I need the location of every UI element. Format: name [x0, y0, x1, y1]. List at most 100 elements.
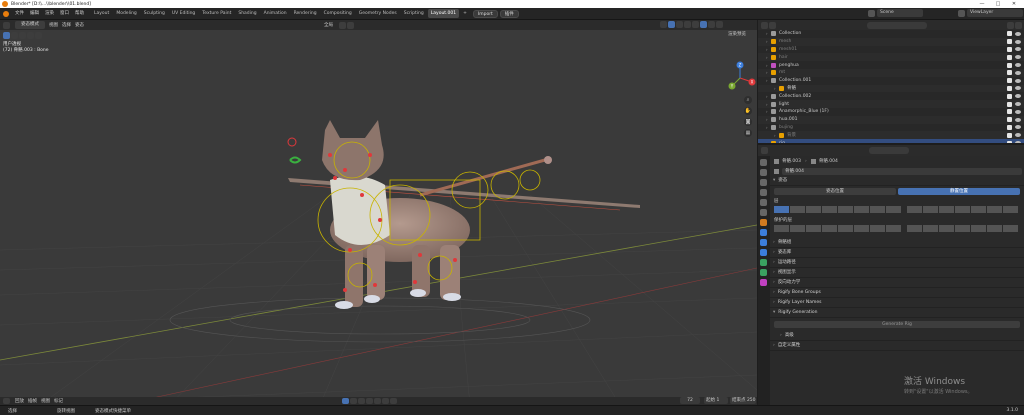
visibility-eye-icon[interactable] — [1015, 117, 1021, 122]
zoom-icon[interactable]: ⌕ — [744, 96, 752, 104]
outliner-row[interactable]: › mesh — [758, 37, 1024, 46]
tab-animation[interactable]: Animation — [261, 9, 290, 18]
menu-file[interactable]: 文件 — [12, 8, 27, 20]
visibility-eye-icon[interactable] — [1015, 141, 1021, 143]
outliner-item-name[interactable]: light — [779, 102, 789, 107]
editor-type-icon[interactable] — [3, 21, 10, 29]
section-advanced[interactable]: › 高级 — [770, 331, 1024, 341]
gizmo-toggle-icon[interactable] — [668, 21, 675, 28]
outliner-row[interactable]: › Anamorphic_Blue (1F) — [758, 108, 1024, 116]
object-tab-icon[interactable] — [760, 219, 767, 226]
protected-layer-cell[interactable] — [806, 225, 821, 232]
camera-view-icon[interactable]: ◙ — [744, 118, 752, 126]
layer-cell[interactable] — [923, 206, 938, 213]
generate-rig-button[interactable]: Generate Rig — [774, 321, 1020, 328]
exclude-checkbox[interactable] — [1007, 70, 1012, 76]
section-pose-library[interactable]: › 姿态库 — [770, 248, 1024, 258]
outliner-item-name[interactable]: mesh — [779, 39, 791, 44]
menu-edit[interactable]: 编辑 — [27, 8, 42, 20]
world-tab-icon[interactable] — [760, 209, 767, 216]
select-box-icon[interactable] — [11, 31, 18, 39]
visibility-eye-icon[interactable] — [1015, 39, 1021, 44]
blender-menu-icon[interactable] — [3, 10, 9, 17]
particles-tab-icon[interactable] — [760, 239, 767, 246]
play-icon[interactable] — [374, 398, 381, 404]
outliner-row[interactable]: › Collection.002 — [758, 92, 1024, 100]
layer-cell[interactable] — [907, 206, 922, 213]
section-custom-properties[interactable]: › 自定义属性 — [770, 341, 1024, 351]
tab-layout-001[interactable]: Layout.001 — [427, 9, 460, 18]
protected-layer-cell[interactable] — [923, 225, 938, 232]
xray-icon[interactable] — [684, 21, 691, 28]
minimize-button[interactable]: — — [976, 0, 988, 8]
visibility-eye-icon[interactable] — [1015, 70, 1021, 75]
menu-help[interactable]: 帮助 — [72, 8, 87, 20]
outliner-editor-icon[interactable] — [761, 21, 768, 29]
section-inverse-kinematics[interactable]: › 反向动力学 — [770, 278, 1024, 288]
outliner-item-name[interactable]: 背景 — [787, 132, 796, 138]
outliner-item-name[interactable]: hair — [779, 55, 788, 60]
exclude-checkbox[interactable] — [1007, 31, 1012, 37]
perspective-toggle-icon[interactable]: ▦ — [744, 129, 752, 137]
menu-view[interactable]: 视图 — [49, 22, 58, 28]
select-circle-icon[interactable] — [19, 31, 26, 39]
section-viewport-display[interactable]: › 视图显示 — [770, 268, 1024, 278]
jump-start-icon[interactable] — [350, 398, 357, 404]
visibility-eye-icon[interactable] — [1015, 86, 1021, 91]
menu-select[interactable]: 选择 — [62, 22, 71, 28]
outliner-row[interactable]: ›rig — [758, 139, 1024, 143]
tab-sculpting[interactable]: Sculpting — [141, 9, 168, 18]
layer-cell[interactable] — [774, 206, 789, 213]
bone-constraint-tab-icon[interactable] — [760, 279, 767, 286]
current-frame-field[interactable]: 72 — [680, 397, 700, 404]
properties-search-input[interactable] — [869, 147, 909, 154]
add-workspace-button[interactable]: + — [460, 9, 470, 18]
pose-position-button[interactable]: 姿态位置 — [774, 187, 896, 195]
menu-pose[interactable]: 姿态 — [75, 22, 84, 28]
outliner-row[interactable]: › light — [758, 100, 1024, 108]
outliner-row[interactable]: › mesh01 — [758, 46, 1024, 54]
section-bone-groups[interactable]: › 骨骼组 — [770, 238, 1024, 248]
layer-cell[interactable] — [838, 206, 853, 213]
scene-tab-icon[interactable] — [760, 199, 767, 206]
select-lasso-icon[interactable] — [27, 31, 34, 39]
section-rigify-generation[interactable]: ▾ Rigify Generation — [770, 308, 1024, 318]
layer-cell[interactable] — [987, 206, 1002, 213]
exclude-checkbox[interactable] — [1007, 132, 1012, 138]
transform-orientation[interactable]: 全局 — [324, 22, 333, 28]
protected-layer-cell[interactable] — [1003, 225, 1018, 232]
timeline-marker-menu[interactable]: 标记 — [54, 398, 63, 404]
outliner-row[interactable]: › hua.001 — [758, 115, 1024, 124]
properties-editor-icon[interactable] — [761, 147, 768, 154]
wireframe-shading-icon[interactable] — [692, 21, 699, 28]
timeline-keying-menu[interactable]: 插帧 — [28, 398, 37, 404]
pan-hand-icon[interactable]: ✋ — [744, 107, 752, 115]
visibility-eye-icon[interactable] — [1015, 78, 1021, 83]
outliner-item-name[interactable]: hua.001 — [779, 117, 797, 122]
tab-geometry-nodes[interactable]: Geometry Nodes — [356, 9, 400, 18]
prev-keyframe-icon[interactable] — [358, 398, 365, 404]
visibility-eye-icon[interactable] — [1015, 94, 1021, 99]
next-keyframe-icon[interactable] — [382, 398, 389, 404]
scene-selector[interactable]: Scene — [868, 9, 923, 17]
outliner-item-name[interactable]: bujing — [779, 125, 793, 130]
tab-modeling[interactable]: Modeling — [113, 9, 139, 18]
outliner-item-name[interactable]: mesh01 — [779, 47, 797, 52]
visibility-eye-icon[interactable] — [1015, 125, 1021, 130]
visibility-eye-icon[interactable] — [1015, 63, 1021, 68]
section-motion-paths[interactable]: › 运动路径 — [770, 258, 1024, 268]
exclude-checkbox[interactable] — [1007, 124, 1012, 130]
tab-uv-editing[interactable]: UV Editing — [169, 9, 198, 18]
modifier-tab-icon[interactable] — [760, 229, 767, 236]
exclude-checkbox[interactable] — [1007, 54, 1012, 60]
bone-name-field[interactable]: 骨骼.004 — [782, 167, 1022, 175]
visibility-eye-icon[interactable] — [1015, 55, 1021, 60]
protected-layer-cell[interactable] — [987, 225, 1002, 232]
timeline-playback-menu[interactable]: 回放 — [15, 398, 24, 404]
rendered-shading-icon[interactable] — [716, 21, 723, 28]
tool-tab-icon[interactable] — [760, 159, 767, 166]
timeline-editor-icon[interactable] — [3, 398, 10, 404]
object-data-tab-icon[interactable] — [760, 259, 767, 266]
protected-layer-cell[interactable] — [854, 225, 869, 232]
layer-cell[interactable] — [870, 206, 885, 213]
